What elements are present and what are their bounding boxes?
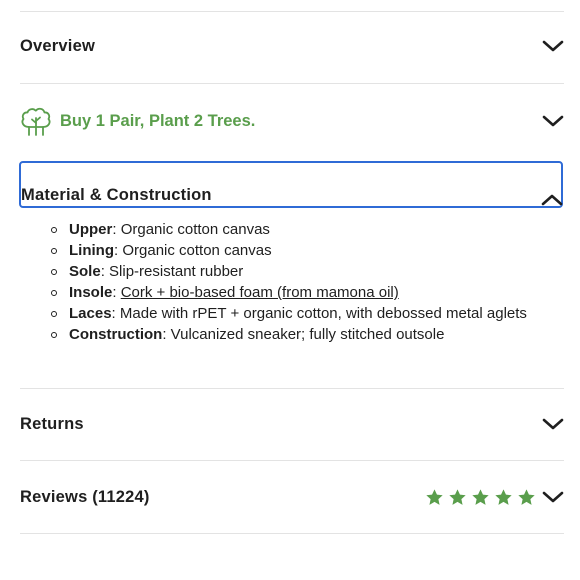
accordion-overview-label: Overview (20, 36, 95, 55)
star-icon (472, 488, 489, 505)
detail-key: Lining (69, 242, 114, 259)
accordion-material-construction[interactable]: Material & Construction (19, 161, 563, 208)
divider (20, 83, 564, 84)
detail-key: Laces (69, 305, 112, 322)
chevron-down-icon (542, 115, 564, 127)
detail-value: Organic cotton canvas (122, 242, 272, 259)
divider (20, 388, 564, 389)
detail-separator: : (162, 326, 171, 343)
detail-key: Sole (69, 263, 101, 280)
accordion-returns-label: Returns (20, 414, 84, 433)
detail-key: Upper (69, 221, 113, 238)
detail-key: Construction (69, 326, 163, 343)
accordion-returns[interactable]: Returns (20, 406, 564, 442)
star-icon (426, 488, 443, 505)
detail-separator: : (112, 221, 121, 238)
star-rating (425, 488, 536, 507)
accordion-material-label: Material & Construction (21, 186, 212, 204)
star-icon (495, 488, 512, 505)
chevron-down-icon (542, 418, 564, 430)
chevron-down-icon (542, 40, 564, 52)
chevron-up-icon (541, 194, 563, 206)
list-item: Sole: Slip-resistant rubber (50, 261, 570, 282)
accordion-reviews-label: Reviews (11224) (20, 487, 150, 506)
detail-value: Made with rPET + organic cotton, with de… (119, 305, 527, 322)
divider (20, 533, 564, 534)
detail-key: Insole (69, 284, 113, 301)
chevron-down-icon (542, 491, 564, 503)
detail-separator: : (100, 263, 110, 280)
accordion-plant-trees-label: Buy 1 Pair, Plant 2 Trees. (60, 111, 256, 130)
detail-value: Vulcanized sneaker; fully stitched outso… (170, 326, 445, 343)
detail-value: Organic cotton canvas (120, 221, 270, 238)
star-icon (518, 488, 535, 505)
star-icon (449, 488, 466, 505)
divider (20, 11, 564, 12)
list-item: Lining: Organic cotton canvas (50, 240, 570, 261)
divider (20, 460, 564, 461)
accordion-overview[interactable]: Overview (20, 28, 564, 64)
list-item: Upper: Organic cotton canvas (50, 219, 570, 240)
list-item: Laces: Made with rPET + organic cotton, … (50, 303, 570, 324)
material-details-list: Upper: Organic cotton canvas Lining: Org… (50, 219, 570, 345)
list-item: Insole: Cork + bio-based foam (from mamo… (50, 282, 570, 303)
detail-value: Slip-resistant rubber (109, 263, 244, 280)
accordion-plant-trees[interactable]: Buy 1 Pair, Plant 2 Trees. (20, 103, 564, 139)
list-item: Construction: Vulcanized sneaker; fully … (50, 324, 570, 345)
accordion-reviews[interactable]: Reviews (11224) (20, 479, 564, 515)
insole-link[interactable]: Cork + bio-based foam (from mamona oil) (121, 284, 399, 301)
detail-separator: : (111, 305, 120, 322)
tree-icon (21, 107, 51, 136)
detail-separator: : (112, 284, 121, 301)
